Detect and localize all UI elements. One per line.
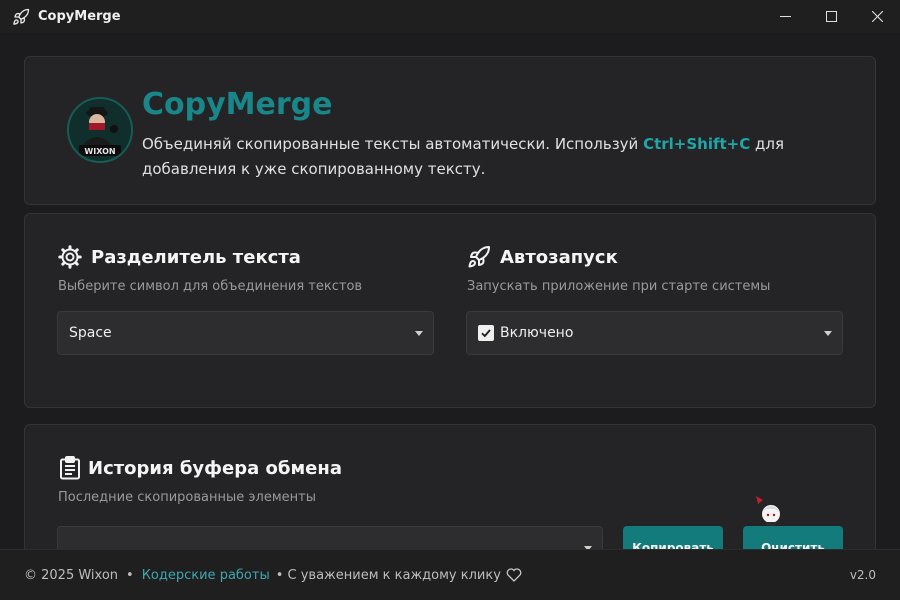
history-section-title: История буфера обмена [58, 456, 342, 480]
separator-title-text: Разделитель текста [91, 246, 301, 268]
window-controls [762, 0, 900, 33]
autostart-subtitle: Запускать приложение при старте системы [467, 279, 771, 294]
autostart-title-text: Автозапуск [500, 246, 618, 268]
rocket-icon [467, 245, 491, 269]
footer-bullet: • [126, 567, 134, 583]
description-text: Объединяй скопированные тексты автоматич… [142, 135, 644, 153]
autostart-section-title: Автозапуск [467, 245, 618, 269]
maximize-icon [825, 7, 837, 26]
autostart-select[interactable]: Включено [466, 311, 843, 355]
minimize-icon [779, 7, 791, 26]
header-card: WIXON CopyMerge Объединяй скопированные … [24, 56, 876, 205]
mascot-sprite [754, 494, 788, 528]
separator-selected-value: Space [69, 325, 112, 341]
separator-section-title: Разделитель текста [58, 245, 301, 269]
close-button[interactable] [854, 0, 900, 33]
title-bar: CopyMerge [0, 0, 900, 33]
footer-tagline: • С уважением к каждому клику [275, 567, 501, 583]
chevron-down-icon [415, 331, 423, 336]
avatar-text: WIXON [84, 147, 115, 156]
rocket-icon [12, 8, 30, 26]
history-title-text: История буфера обмена [88, 457, 342, 479]
close-icon [871, 7, 883, 26]
version-label: v2.0 [849, 568, 876, 582]
autostart-selected-value: Включено [500, 325, 574, 341]
chevron-down-icon [824, 331, 832, 336]
app-name: CopyMerge [142, 87, 333, 122]
clipboard-icon [58, 456, 82, 480]
settings-card: Разделитель текста Выберите символ для о… [24, 213, 876, 408]
maximize-button[interactable] [808, 0, 854, 33]
app-description: Объединяй скопированные тексты автоматич… [142, 132, 842, 182]
avatar: WIXON [67, 97, 133, 163]
footer: © 2025 Wixon • Кодерские работы • С уваж… [0, 549, 900, 600]
separator-select[interactable]: Space [57, 311, 434, 355]
gear-icon [58, 245, 82, 269]
coder-works-link[interactable]: Кодерские работы [142, 568, 270, 583]
heart-icon [506, 568, 522, 582]
separator-subtitle: Выберите символ для объединения текстов [58, 279, 363, 294]
minimize-button[interactable] [762, 0, 808, 33]
copyright-text: © 2025 Wixon [24, 567, 119, 583]
window-title: CopyMerge [38, 9, 121, 24]
hotkey-text: Ctrl+Shift+C [643, 135, 751, 153]
history-subtitle: Последние скопированные элементы [58, 490, 316, 505]
checkbox-checked-icon [478, 325, 494, 341]
